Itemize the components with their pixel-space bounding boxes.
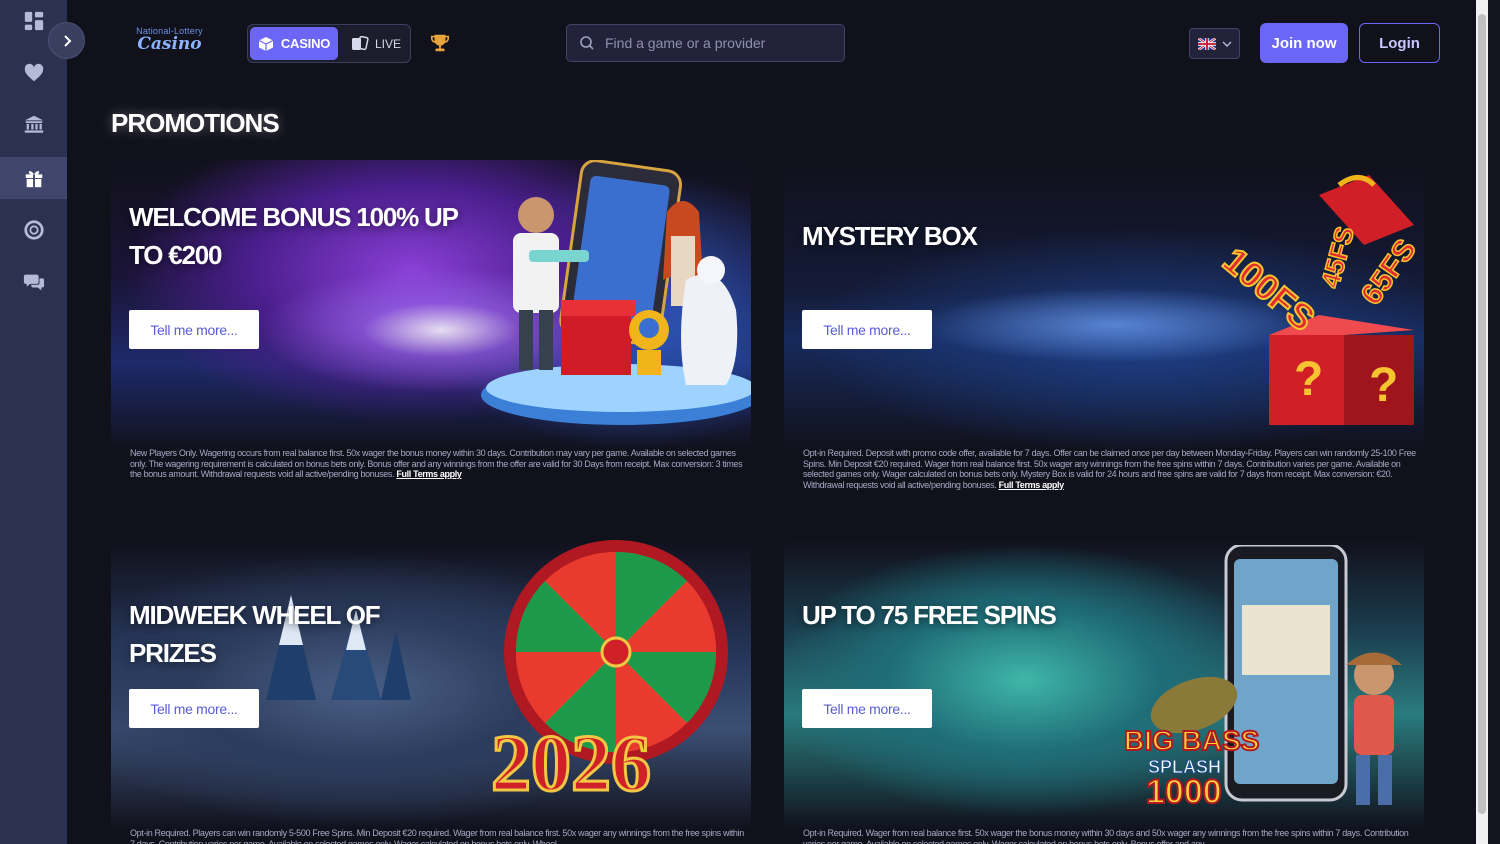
trophy-icon[interactable] xyxy=(429,32,451,54)
svg-text:?: ? xyxy=(1294,353,1323,406)
promo-title: MIDWEEK WHEEL OF PRIZES xyxy=(129,600,381,668)
welcome-bonus-artwork xyxy=(481,160,751,425)
tab-casino[interactable]: CASINO xyxy=(250,27,338,60)
mystery-box-artwork: ? ? 100FS 45FS 65FS xyxy=(1214,175,1424,425)
art-logo-line3: 1000 xyxy=(1146,773,1222,811)
promo-terms: Opt-in Required. Deposit with promo code… xyxy=(803,448,1423,490)
search-icon xyxy=(580,36,594,50)
promo-card-wheel-of-prizes: 2026 MIDWEEK WHEEL OF PRIZES Tell me mor… xyxy=(111,540,751,830)
main-content: National-Lottery Casino CASINO LIVE Join… xyxy=(67,0,1488,844)
wheel-of-prizes-artwork: 2026 xyxy=(491,540,728,810)
site-logo[interactable]: National-Lottery Casino xyxy=(122,26,217,60)
scrollbar[interactable] xyxy=(1476,0,1488,844)
grid-icon xyxy=(24,11,43,31)
chevron-down-icon xyxy=(1222,41,1231,47)
art-label-65fs: 65FS xyxy=(1355,233,1423,311)
promo-title: WELCOME BONUS 100% UP TO €200 xyxy=(129,202,458,270)
terms-text: Opt-in Required. Deposit with promo code… xyxy=(803,448,1416,490)
big-bass-splash-artwork: BIG BASS SPLASH 1000 xyxy=(1124,545,1402,812)
gift-icon xyxy=(25,171,42,188)
logo-bottom-text: Casino xyxy=(137,34,202,54)
tell-me-more-button[interactable]: Tell me more... xyxy=(129,310,259,349)
full-terms-link[interactable]: Full Terms apply xyxy=(999,480,1065,490)
promo-card-welcome: WELCOME BONUS 100% UP TO €200 Tell me mo… xyxy=(111,160,751,450)
bank-icon xyxy=(24,115,43,133)
promo-terms: Opt-in Required. Wager from real balance… xyxy=(803,828,1423,844)
search-box xyxy=(566,24,845,62)
sidebar-expand-button[interactable] xyxy=(48,22,85,59)
promo-card-free-spins: BIG BASS SPLASH 1000 UP TO 75 FREE SPINS… xyxy=(784,540,1424,830)
sidebar xyxy=(0,0,67,844)
terms-text: Opt-in Required. Players can win randoml… xyxy=(130,828,744,844)
heart-icon xyxy=(24,63,43,82)
sidebar-item-favourites[interactable] xyxy=(0,52,67,94)
language-selector[interactable] xyxy=(1189,28,1240,59)
promo-title: MYSTERY BOX xyxy=(802,221,978,251)
tell-me-more-button[interactable]: Tell me more... xyxy=(129,689,259,728)
sidebar-item-vip[interactable] xyxy=(0,209,67,251)
cards-icon xyxy=(351,35,369,50)
page-title: PROMOTIONS xyxy=(111,108,280,138)
sidebar-item-bank[interactable] xyxy=(0,103,67,145)
svg-text:?: ? xyxy=(1369,359,1398,412)
art-year: 2026 xyxy=(491,720,651,808)
chevron-right-icon xyxy=(63,34,71,47)
tab-live-label: LIVE xyxy=(374,36,401,51)
search-input[interactable] xyxy=(605,35,835,51)
scrollbar-thumb[interactable] xyxy=(1478,14,1486,814)
promo-terms: Opt-in Required. Players can win randoml… xyxy=(130,828,750,844)
cube-icon xyxy=(258,36,274,51)
chip-icon xyxy=(23,220,44,240)
terms-text: Opt-in Required. Wager from real balance… xyxy=(803,828,1409,844)
promo-terms: New Players Only. Wagering occurs from r… xyxy=(130,448,750,480)
tab-live[interactable]: LIVE xyxy=(344,27,408,60)
sidebar-item-promotions[interactable] xyxy=(0,157,67,199)
chat-icon xyxy=(23,274,44,291)
art-label-45fs: 45FS xyxy=(1315,223,1360,291)
uk-flag-icon xyxy=(1197,37,1216,50)
mode-switch: CASINO LIVE xyxy=(247,24,411,63)
art-label-100fs: 100FS xyxy=(1215,239,1323,339)
login-button[interactable]: Login xyxy=(1359,23,1440,63)
promo-title: UP TO 75 FREE SPINS xyxy=(802,600,1057,630)
join-now-button[interactable]: Join now xyxy=(1260,23,1348,63)
tab-casino-label: CASINO xyxy=(280,36,331,51)
art-logo-line1: BIG BASS xyxy=(1124,725,1259,756)
tell-me-more-button[interactable]: Tell me more... xyxy=(802,310,932,349)
sidebar-item-support[interactable] xyxy=(0,261,67,303)
tell-me-more-button[interactable]: Tell me more... xyxy=(802,689,932,728)
full-terms-link[interactable]: Full Terms apply xyxy=(396,469,462,479)
promo-card-mystery-box: ? ? 100FS 45FS 65FS MYSTERY BOX Tell me … xyxy=(784,160,1424,450)
